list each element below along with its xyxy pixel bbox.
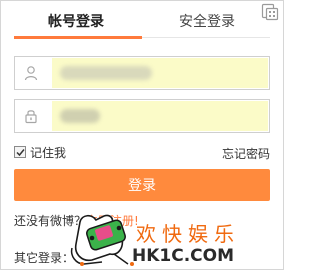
username-input[interactable] <box>52 58 268 88</box>
login-tabs: 帐号登录 安全登录 <box>14 0 270 40</box>
tab-account-login[interactable]: 帐号登录 <box>48 14 104 30</box>
lock-icon <box>15 100 47 132</box>
user-icon <box>15 57 47 89</box>
remember-checkbox[interactable] <box>14 146 26 158</box>
tab-active-indicator <box>14 36 142 39</box>
username-input-area[interactable] <box>52 58 268 88</box>
password-input[interactable] <box>52 101 268 131</box>
username-field[interactable] <box>14 56 270 90</box>
watermark-title: 欢快娱乐 <box>136 222 240 246</box>
password-input-area[interactable] <box>52 101 268 131</box>
watermark-url: HK1C.COM <box>132 246 235 266</box>
remember-me[interactable]: 记住我 <box>14 145 67 160</box>
remember-label: 记住我 <box>30 145 67 160</box>
check-icon <box>15 148 25 156</box>
forgot-password-link[interactable]: 忘记密码 <box>222 145 270 162</box>
qr-switch-icon[interactable] <box>261 3 279 21</box>
tab-safe-login[interactable]: 安全登录 <box>179 14 235 30</box>
password-field[interactable] <box>14 99 270 133</box>
login-button[interactable]: 登录 <box>14 169 270 201</box>
